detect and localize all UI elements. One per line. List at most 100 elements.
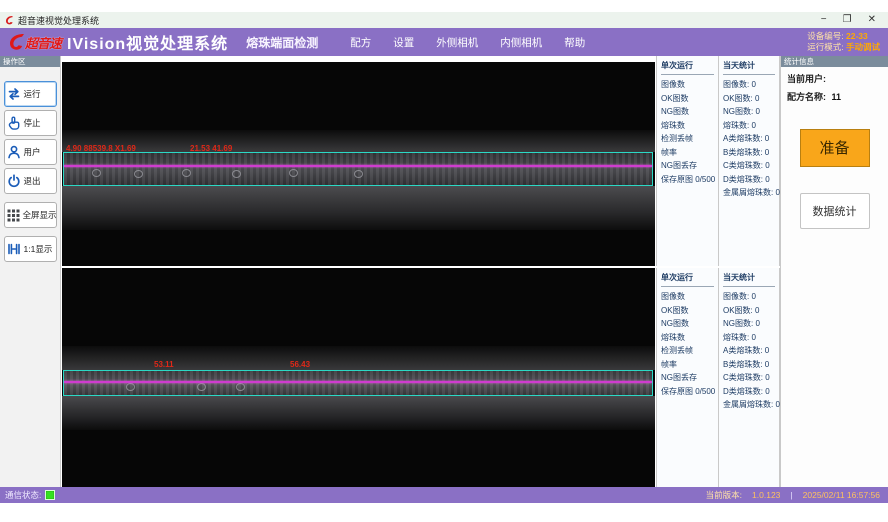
stat-row: 保存原图 0/500 [661, 385, 718, 399]
stat-row: NG图数: 0 [723, 105, 779, 119]
stat-row: 检测丢帧 [661, 132, 718, 146]
stat-row: 帧率 [661, 358, 718, 372]
stat-row: 熔珠数 [661, 119, 718, 133]
detection-roi-rect [63, 152, 653, 186]
exit-button[interactable]: 退出 [4, 168, 57, 194]
fullscreen-grid-icon [7, 209, 20, 222]
stat-row: B类熔珠数: 0 [723, 146, 779, 160]
bead-mark [182, 169, 191, 177]
stat-row: 保存原图 0/500 [661, 173, 718, 187]
image-band [62, 346, 655, 370]
stat-row: 图像数: 0 [723, 78, 779, 92]
menu-item-settings[interactable]: 设置 [393, 35, 414, 50]
stat-row: NG图数 [661, 105, 718, 119]
run-mode-label: 运行模式: [807, 42, 843, 52]
stat-row: NG图数: 0 [723, 317, 779, 331]
bead-mark [289, 169, 298, 177]
window-titlebar: 超音速视觉处理系统 − ❐ ✕ [0, 12, 888, 29]
stat-row: 熔珠数 [661, 331, 718, 345]
fullscreen-button[interactable]: 全屏显示 [4, 202, 57, 228]
measurement-annotation: 4.90 88539.8 X1.69 [66, 144, 136, 153]
stat-row: D类熔珠数: 0 [723, 173, 779, 187]
bead-mark [232, 170, 241, 178]
bead-mark [126, 383, 135, 391]
stat-row: NG图丢存 [661, 371, 718, 385]
camera-view-bottom[interactable]: 53.11 56.43 [62, 268, 655, 487]
image-band [62, 186, 655, 230]
close-button[interactable]: ✕ [868, 12, 876, 28]
version-label: 当前版本: [706, 489, 742, 501]
stat-row: 图像数: 0 [723, 290, 779, 304]
stat-row: OK图数 [661, 92, 718, 106]
image-band [62, 396, 655, 430]
stat-row: C类熔珠数: 0 [723, 371, 779, 385]
today-stats-title: 当天统计 [723, 60, 775, 75]
single-run-title: 单次运行 [661, 272, 714, 287]
run-icon [7, 87, 21, 101]
info-panel-title: 统计信息 [781, 56, 888, 67]
menu-item-inner-camera[interactable]: 内侧相机 [500, 35, 542, 50]
run-mode-value: 手动调试 [846, 42, 880, 52]
stat-row: 帧率 [661, 146, 718, 160]
stop-button-label: 停止 [24, 117, 41, 129]
stat-row: 检测丢帧 [661, 344, 718, 358]
sidebar-title: 操作区 [0, 56, 60, 67]
stat-row: OK图数: 0 [723, 304, 779, 318]
measurement-annotation: 56.43 [290, 360, 310, 369]
one-to-one-button[interactable]: 1:1显示 [4, 236, 57, 262]
today-stats-title: 当天统计 [723, 272, 775, 287]
detection-roi-rect [63, 370, 653, 396]
recipe-name-value: 11 [832, 92, 842, 102]
user-icon [7, 145, 21, 159]
one-to-one-icon [7, 242, 21, 256]
today-stats-column: 当天统计 图像数: 0 OK图数: 0 NG图数: 0 熔珠数: 0 A类熔珠数… [718, 268, 779, 487]
stat-row: A类熔珠数: 0 [723, 344, 779, 358]
bead-mark [134, 170, 143, 178]
stat-row: 金属屑熔珠数: 0 [723, 398, 779, 412]
stat-row: C类熔珠数: 0 [723, 159, 779, 173]
status-bar: 通信状态: 当前版本: 1.0.123 | 2025/02/11 16:57:5… [0, 487, 888, 503]
run-button-label: 运行 [24, 88, 41, 100]
status-separator: | [790, 490, 792, 500]
measurement-annotation: 21.53 41.69 [190, 144, 232, 153]
single-run-column: 单次运行 图像数 OK图数 NG图数 熔珠数 检测丢帧 帧率 NG图丢存 保存原… [657, 56, 718, 266]
exit-button-label: 退出 [24, 175, 41, 187]
bead-mark [92, 169, 101, 177]
stat-row: A类熔珠数: 0 [723, 132, 779, 146]
camera-view-top[interactable]: 4.90 88539.8 X1.69 21.53 41.69 [62, 62, 655, 266]
bead-mark [354, 170, 363, 178]
version-value: 1.0.123 [752, 490, 780, 500]
stat-row: 图像数 [661, 290, 718, 304]
menu-item-outer-camera[interactable]: 外侧相机 [436, 35, 478, 50]
detection-line [64, 381, 652, 383]
stat-row: OK图数 [661, 304, 718, 318]
device-number-label: 设备编号: [807, 31, 843, 41]
prepare-button[interactable]: 准备 [800, 129, 870, 167]
data-statistics-button[interactable]: 数据统计 [800, 193, 870, 229]
app-logo-icon [5, 15, 14, 25]
stat-row: OK图数: 0 [723, 92, 779, 106]
recipe-name-label: 配方名称: [787, 92, 826, 102]
minimize-button[interactable]: − [821, 12, 827, 28]
menu-item-recipe[interactable]: 配方 [350, 35, 371, 50]
current-user-label: 当前用户: [787, 74, 826, 84]
comm-status-label: 通信状态: [5, 489, 41, 501]
stat-row: B类熔珠数: 0 [723, 358, 779, 372]
stat-row: 图像数 [661, 78, 718, 92]
user-button-label: 用户 [24, 146, 41, 158]
bead-mark [236, 383, 245, 391]
single-run-column: 单次运行 图像数 OK图数 NG图数 熔珠数 检测丢帧 帧率 NG图丢存 保存原… [657, 268, 718, 487]
stat-row: D类熔珠数: 0 [723, 385, 779, 399]
single-run-title: 单次运行 [661, 60, 714, 75]
run-button[interactable]: 运行 [4, 81, 57, 107]
stats-panel-bottom: 单次运行 图像数 OK图数 NG图数 熔珠数 检测丢帧 帧率 NG图丢存 保存原… [656, 268, 780, 487]
bead-mark [197, 383, 206, 391]
stop-button[interactable]: 停止 [4, 110, 57, 136]
device-number-value: 22-33 [846, 31, 868, 41]
restore-button[interactable]: ❐ [843, 12, 852, 28]
user-button[interactable]: 用户 [4, 139, 57, 165]
comm-status-indicator [45, 490, 55, 500]
app-header: 超音速 IVision视觉处理系统 熔珠端面检测 配方 设置 外侧相机 内侧相机… [0, 28, 888, 56]
menu-item-help[interactable]: 帮助 [564, 35, 585, 50]
device-info: 设备编号: 22-33 运行模式: 手动调试 [807, 31, 888, 53]
